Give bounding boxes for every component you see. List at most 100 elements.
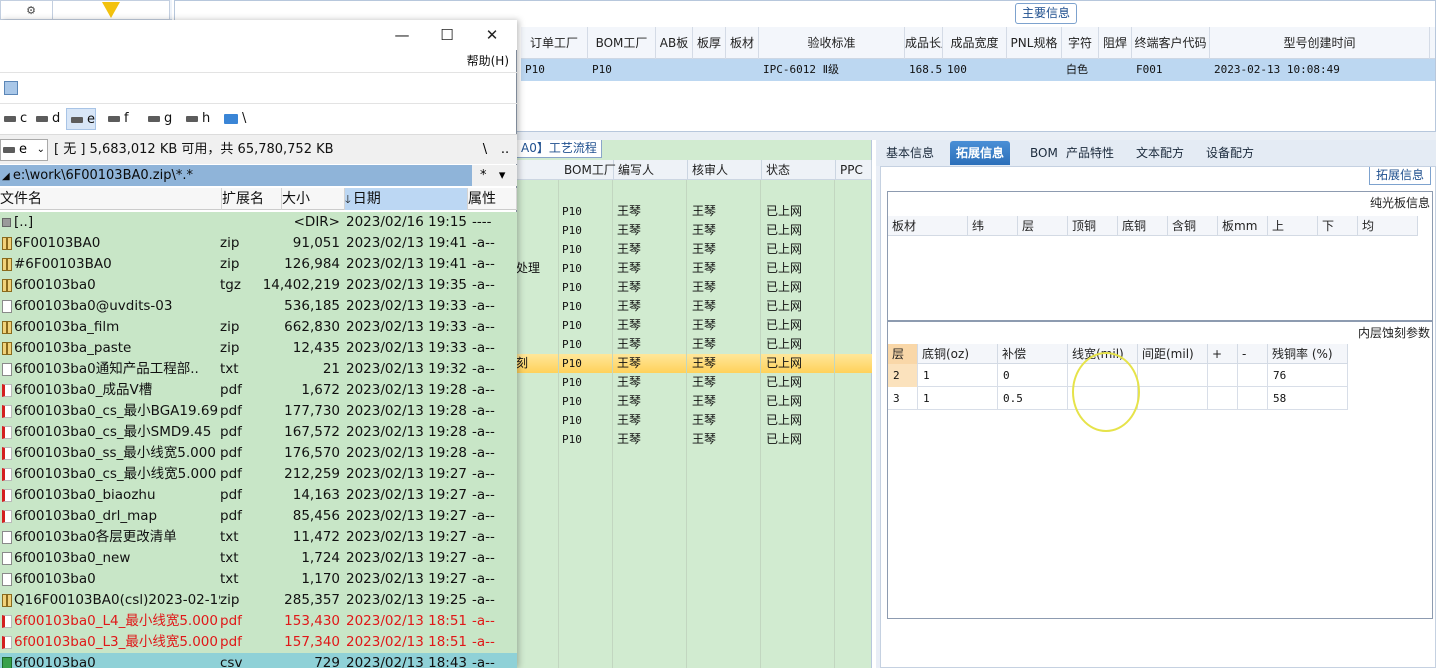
inner-etch-cell[interactable] xyxy=(1208,387,1238,410)
drive-button-4[interactable]: g xyxy=(144,108,172,130)
file-row[interactable]: Q16F00103BA0(csl)2023-02-19 zip 285,357 202… xyxy=(0,590,517,611)
inner-etch-cell[interactable]: 76 xyxy=(1268,364,1348,387)
tab-0[interactable]: 基本信息 xyxy=(880,141,940,165)
inner-etch-cell[interactable]: 0 xyxy=(998,364,1068,387)
tab-4[interactable]: 文本配方 xyxy=(1130,141,1190,165)
process-row[interactable]: P10 王琴 王琴 已上网 xyxy=(516,392,872,411)
process-row[interactable]: P10 王琴 王琴 已上网 xyxy=(516,297,872,316)
drive-button-0[interactable]: c xyxy=(0,108,27,130)
file-row[interactable]: 6f00103ba0各层更改清单 txt 11,472 2023/02/13 19:2… xyxy=(0,527,517,548)
process-row[interactable]: P10 王琴 王琴 已上网 xyxy=(516,240,872,259)
inner-etch-cell[interactable]: 0.5 xyxy=(998,387,1068,410)
drive-combo[interactable]: e ⌄ xyxy=(0,139,48,161)
file-row[interactable]: 6f00103ba0 txt 1,170 2023/02/13 19:27 -a-- xyxy=(0,569,517,590)
file-row[interactable]: #6F00103BA0 zip 126,984 2023/02/13 19:41 -a-… xyxy=(0,254,517,275)
drive-button-3[interactable]: f xyxy=(104,108,129,130)
inner-etch-cell[interactable] xyxy=(1208,364,1238,387)
process-row[interactable]: P10 王琴 王琴 已上网 xyxy=(516,430,872,449)
process-col-header[interactable]: 核审人 xyxy=(688,160,762,180)
tab-2[interactable]: BOM xyxy=(1024,141,1064,165)
file-col-header-0[interactable]: 文件名 xyxy=(0,188,222,210)
file-row[interactable]: 6f00103ba_film zip 662,830 2023/02/13 19:33… xyxy=(0,317,517,338)
close-button[interactable]: ✕ xyxy=(470,22,514,48)
up-button[interactable]: .. xyxy=(493,139,517,161)
main-grid-col-header[interactable]: 阻焊 xyxy=(1099,27,1132,59)
main-grid-col-header[interactable]: 成品宽度 xyxy=(943,27,1007,59)
inner-etch-col-header[interactable]: 残铜率 (%) xyxy=(1268,344,1348,364)
inner-etch-cell[interactable]: 1 xyxy=(918,387,998,410)
file-row[interactable]: 6f00103ba0_biaozhu pdf 14,163 2023/02/13 19… xyxy=(0,485,517,506)
inner-etch-cell[interactable] xyxy=(1138,387,1208,410)
main-grid-col-header[interactable]: 字符 xyxy=(1062,27,1099,59)
inner-etch-cell[interactable]: 2 xyxy=(888,364,918,387)
main-grid-col-header[interactable]: PNL规格 xyxy=(1007,27,1062,59)
pure-board-col-header[interactable]: 纬 xyxy=(968,216,1018,236)
process-row[interactable]: P10 王琴 王琴 已上网 xyxy=(516,411,872,430)
pure-board-col-header[interactable]: 顶铜 xyxy=(1068,216,1118,236)
drive-button-2[interactable]: e xyxy=(66,108,96,130)
file-row[interactable]: 6f00103ba0_cs_最小线宽5.000 pdf 212,259 2023/02… xyxy=(0,464,517,485)
pure-board-col-header[interactable]: 上 xyxy=(1268,216,1318,236)
inner-etch-cell[interactable] xyxy=(1238,364,1268,387)
inner-etch-cell[interactable]: 3 xyxy=(888,387,918,410)
main-grid-col-header[interactable]: BOM工厂 xyxy=(588,27,656,59)
file-col-header-2[interactable]: 大小 xyxy=(282,188,345,210)
drive-button-5[interactable]: h xyxy=(182,108,210,130)
horizontal-splitter[interactable] xyxy=(516,132,1436,140)
main-grid-col-header[interactable]: 验收标准 xyxy=(759,27,905,59)
process-row[interactable]: P10 王琴 王琴 已上网 xyxy=(516,373,872,392)
inner-etch-col-header[interactable]: 底铜(oz) xyxy=(918,344,998,364)
process-col-header[interactable]: 编写人 xyxy=(614,160,688,180)
file-row[interactable]: 6f00103ba0_成品V槽 pdf 1,672 2023/02/13 19:28-… xyxy=(0,380,517,401)
pure-board-col-header[interactable]: 下 xyxy=(1318,216,1358,236)
file-row[interactable]: 6f00103ba0@uvdits-03 536,185 2023/02/13 19… xyxy=(0,296,517,317)
pure-board-col-header[interactable]: 底铜 xyxy=(1118,216,1168,236)
file-row[interactable]: 6f00103ba0通知产品工程部.. txt 21 2023/02/13 19:32… xyxy=(0,359,517,380)
inner-etch-cell[interactable]: 58 xyxy=(1268,387,1348,410)
main-grid-col-header[interactable]: 成品长度 xyxy=(905,27,943,59)
file-row[interactable]: 6f00103ba0_cs_最小SMD9.45 pdf 167,572 2023/02… xyxy=(0,422,517,443)
refresh-icon[interactable] xyxy=(4,81,18,95)
main-grid-col-header[interactable]: 订单工厂 xyxy=(521,27,588,59)
file-row[interactable]: 6f00103ba0_L4_最小线宽5.000 pdf 153,430 2023/02… xyxy=(0,611,517,632)
file-row[interactable]: 6f00103ba0_cs_最小BGA19.69 pdf 177,730 2023/0… xyxy=(0,401,517,422)
inner-etch-cell[interactable]: 1 xyxy=(918,364,998,387)
main-grid-row[interactable]: P10 P10 IPC-6012 Ⅱ级 168.5 100 白色 F001 2023-02-1… xyxy=(521,59,1435,81)
inner-etch-cell[interactable] xyxy=(1238,387,1268,410)
pure-board-col-header[interactable]: 板mm xyxy=(1218,216,1268,236)
process-row[interactable]: P10 王琴 王琴 已上网 xyxy=(516,335,872,354)
lightning-tool-button[interactable] xyxy=(52,0,170,20)
maximize-button[interactable]: ☐ xyxy=(425,22,469,48)
inner-etch-col-header[interactable]: 补偿 xyxy=(998,344,1068,364)
main-grid-col-header[interactable]: 型号创建时间 xyxy=(1210,27,1430,59)
file-row[interactable]: 6f00103ba0 csv 729 2023/02/13 18:43 -a-- xyxy=(0,653,517,668)
inner-etch-col-header[interactable]: 层 xyxy=(888,344,918,364)
file-col-header-3[interactable]: 🡓 日期 xyxy=(345,188,468,210)
file-col-header-1[interactable]: 扩展名 xyxy=(222,188,282,210)
drive-button-6[interactable]: \ xyxy=(220,108,246,130)
pure-board-col-header[interactable]: 均 xyxy=(1358,216,1418,236)
file-row[interactable]: 6f00103ba0_L3_最小线宽5.000 pdf 157,340 2023/02… xyxy=(0,632,517,653)
process-col-header[interactable]: BOM工厂 xyxy=(560,160,616,180)
main-grid-col-header[interactable]: 板厚 xyxy=(693,27,726,59)
current-path[interactable]: ◢ e:\work\6F00103BA0.zip\*.* xyxy=(0,165,193,186)
tab-3[interactable]: 产品特性 xyxy=(1060,141,1120,165)
pure-board-col-header[interactable]: 层 xyxy=(1018,216,1068,236)
path-filter[interactable]: * ▾ xyxy=(472,165,517,186)
main-grid-col-header[interactable]: AB板 xyxy=(656,27,693,59)
file-row[interactable]: 6f00103ba0_new txt 1,724 2023/02/13 19:27 -a… xyxy=(0,548,517,569)
minimize-button[interactable]: — xyxy=(380,22,424,48)
process-row[interactable]: P10 王琴 王琴 已上网 xyxy=(516,278,872,297)
inner-etch-col-header[interactable]: + xyxy=(1208,344,1238,364)
process-col-header[interactable]: PPC xyxy=(836,160,872,180)
file-row[interactable]: 6f00103ba0 tgz 14,402,219 2023/02/13 19:35-… xyxy=(0,275,517,296)
file-row[interactable]: 6f00103ba0_ss_最小线宽5.000 pdf 176,570 2023/02… xyxy=(0,443,517,464)
menu-help[interactable]: 帮助(H) xyxy=(467,52,509,69)
drive-button-1[interactable]: d xyxy=(32,108,60,130)
process-flow-tab[interactable]: A0】工艺流程 xyxy=(516,140,602,158)
inner-etch-col-header[interactable]: 间距(mil) xyxy=(1138,344,1208,364)
pure-board-col-header[interactable]: 板材 xyxy=(888,216,968,236)
file-row[interactable]: 6f00103ba0_drl_map pdf 85,456 2023/02/13 19… xyxy=(0,506,517,527)
process-row[interactable]: P10 王琴 王琴 已上网 xyxy=(516,202,872,221)
file-row[interactable]: 6f00103ba_paste zip 12,435 2023/02/13 19:33… xyxy=(0,338,517,359)
